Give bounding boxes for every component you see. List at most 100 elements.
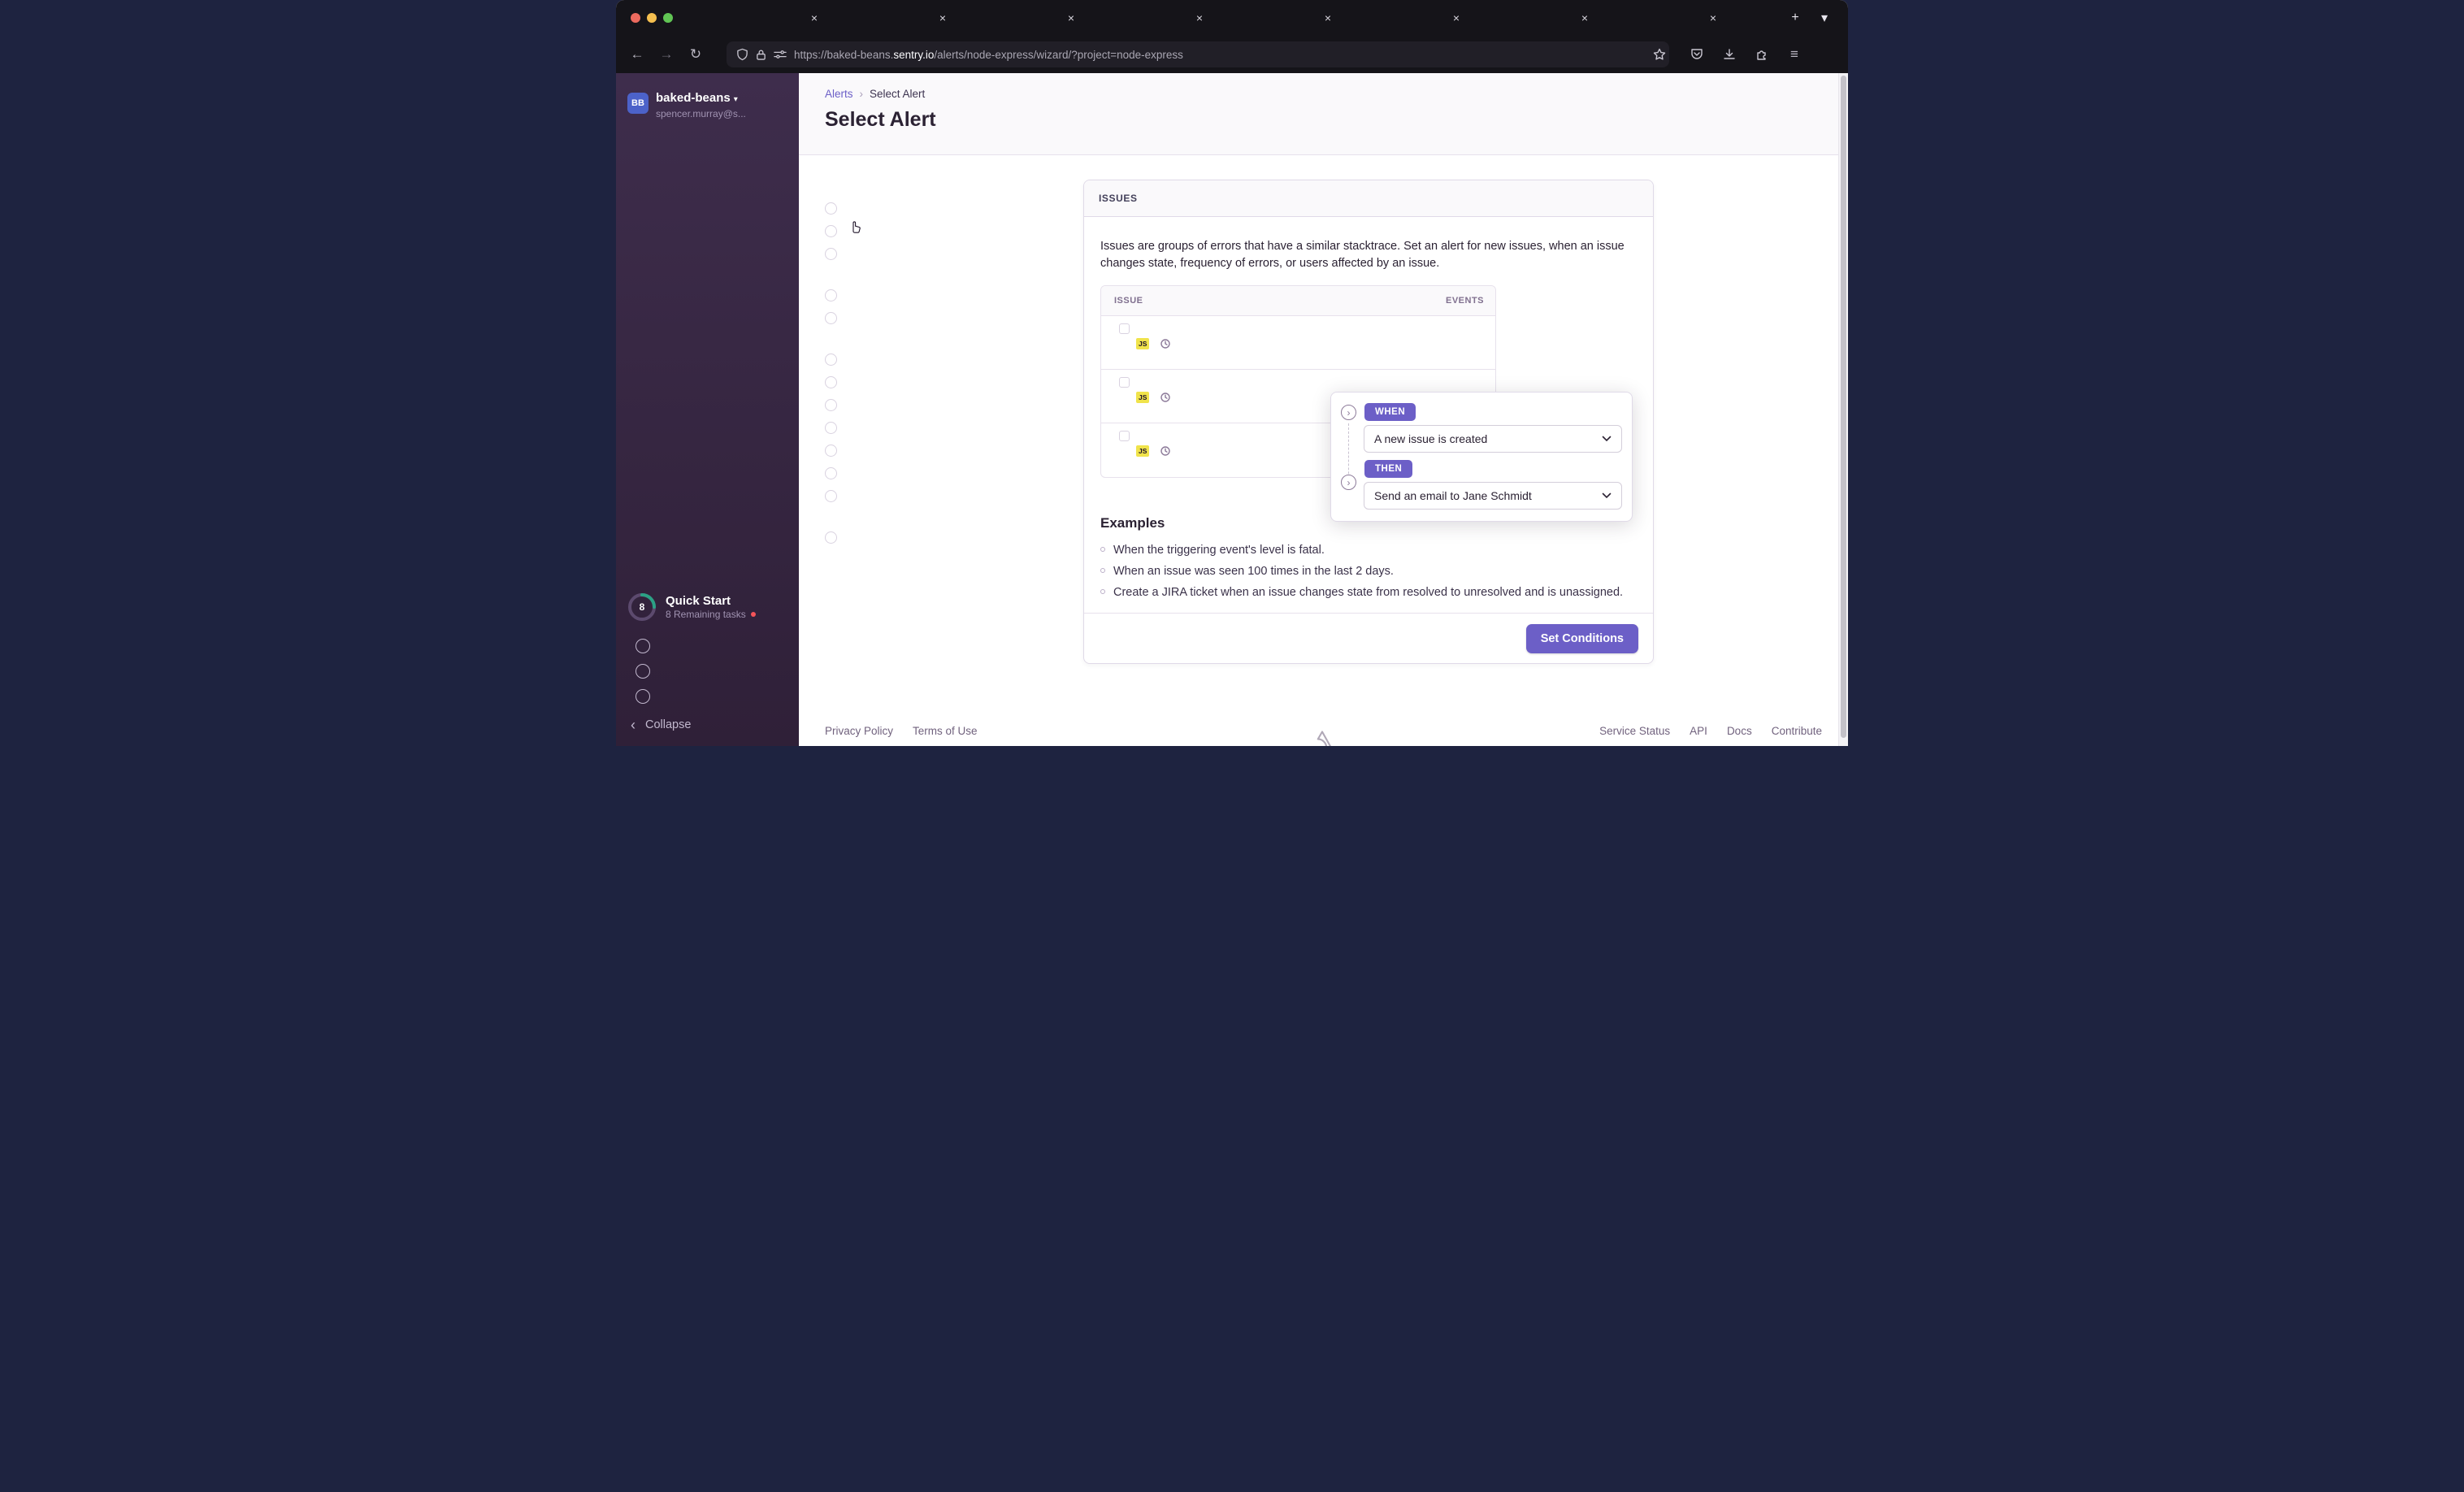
radio-button[interactable]: [825, 421, 837, 434]
sidebar-item[interactable]: [623, 333, 792, 358]
alert-type-radio-option[interactable]: [825, 348, 1073, 371]
menu-icon[interactable]: ≡: [1781, 41, 1807, 67]
alert-type-radio-option[interactable]: [825, 462, 1073, 484]
browser-tab[interactable]: ×: [1596, 5, 1724, 32]
issue-row[interactable]: JS: [1101, 316, 1495, 370]
shield-icon[interactable]: [736, 48, 748, 61]
org-switcher[interactable]: BB baked-beans ▾ spencer.murray@s...: [616, 85, 799, 132]
sidebar-item[interactable]: [623, 384, 792, 409]
tab-favicon-icon: [831, 11, 844, 24]
alert-type-radio-option[interactable]: [825, 306, 1073, 329]
alert-type-radio-option[interactable]: [825, 197, 1073, 219]
radio-button[interactable]: [825, 531, 837, 544]
lock-icon[interactable]: [756, 49, 766, 61]
sidebar-item[interactable]: [623, 308, 792, 333]
back-button[interactable]: ←: [624, 41, 650, 67]
alert-type-radio-option[interactable]: [825, 416, 1073, 439]
new-tab-button[interactable]: +: [1783, 6, 1807, 30]
footer-link[interactable]: Docs: [1727, 725, 1752, 737]
org-email: spencer.murray@s...: [656, 108, 746, 119]
close-window-button[interactable]: [631, 13, 640, 23]
issue-checkbox[interactable]: [1119, 323, 1130, 334]
radio-button[interactable]: [825, 311, 837, 324]
scrollbar[interactable]: [1838, 73, 1848, 746]
browser-tab[interactable]: ×: [826, 5, 954, 32]
collapse-button[interactable]: ‹ Collapse: [616, 709, 799, 741]
downloads-icon[interactable]: [1716, 41, 1742, 67]
tab-close-icon[interactable]: ×: [1065, 11, 1077, 24]
bookmark-star-icon[interactable]: [1653, 48, 1666, 61]
footer-link[interactable]: Terms of Use: [913, 725, 978, 737]
radio-button[interactable]: [825, 466, 837, 479]
breadcrumb-alerts-link[interactable]: Alerts: [825, 88, 853, 100]
radio-button[interactable]: [825, 288, 837, 301]
tab-close-icon[interactable]: ×: [1194, 11, 1205, 24]
sidebar-item[interactable]: [623, 358, 792, 384]
tab-close-icon[interactable]: ×: [937, 11, 948, 24]
pocket-icon[interactable]: [1684, 41, 1710, 67]
radio-button[interactable]: [825, 202, 837, 215]
sidebar-item[interactable]: [623, 182, 792, 207]
alert-type-radio-option[interactable]: [825, 242, 1073, 265]
alert-type-radio-option[interactable]: [825, 484, 1073, 507]
browser-tab[interactable]: ×: [697, 5, 826, 32]
alert-type-radio-option[interactable]: [825, 439, 1073, 462]
set-conditions-button[interactable]: Set Conditions: [1525, 623, 1638, 653]
footer-link[interactable]: Privacy Policy: [825, 725, 893, 737]
sidebar-item[interactable]: [623, 409, 792, 434]
scrollbar-thumb[interactable]: [1841, 76, 1846, 738]
issue-checkbox[interactable]: [1119, 377, 1130, 388]
alert-type-radio-option[interactable]: [825, 393, 1073, 416]
footer-link[interactable]: API: [1690, 725, 1707, 737]
radio-button[interactable]: [825, 224, 837, 237]
sidebar-item[interactable]: [623, 434, 792, 459]
sidebar-item[interactable]: [623, 132, 792, 157]
sidebar-item[interactable]: [623, 283, 792, 308]
bullet-icon: [1100, 547, 1105, 552]
issue-checkbox[interactable]: [1119, 431, 1130, 441]
radio-button[interactable]: [825, 247, 837, 260]
tab-close-icon[interactable]: ×: [1707, 11, 1719, 24]
tab-favicon-icon: [1088, 11, 1101, 24]
sidebar-item[interactable]: [623, 258, 792, 283]
sidebar-utility-item[interactable]: [623, 633, 792, 658]
tab-close-icon[interactable]: ×: [1322, 11, 1334, 24]
tab-close-icon[interactable]: ×: [809, 11, 820, 24]
utility-item-icon: [636, 663, 650, 679]
sidebar-utility-item[interactable]: [623, 683, 792, 709]
radio-button[interactable]: [825, 489, 837, 502]
browser-tab[interactable]: ×: [1211, 5, 1339, 32]
tab-close-icon[interactable]: ×: [1451, 11, 1462, 24]
extensions-icon[interactable]: [1749, 41, 1775, 67]
when-condition-select[interactable]: A new issue is created: [1364, 425, 1622, 453]
then-action-select[interactable]: Send an email to Jane Schmidt: [1364, 482, 1622, 510]
list-tabs-button[interactable]: ▾: [1812, 6, 1837, 30]
forward-button[interactable]: →: [653, 41, 679, 67]
zoom-window-button[interactable]: [663, 13, 673, 23]
url-text[interactable]: https://baked-beans.sentry.io/alerts/nod…: [794, 49, 1646, 61]
footer-link[interactable]: Service Status: [1599, 725, 1670, 737]
footer-link[interactable]: Contribute: [1772, 725, 1822, 737]
radio-button[interactable]: [825, 398, 837, 411]
radio-button[interactable]: [825, 353, 837, 366]
browser-tab[interactable]: ×: [1339, 5, 1468, 32]
url-bar[interactable]: https://baked-beans.sentry.io/alerts/nod…: [727, 41, 1669, 67]
sidebar-item[interactable]: [623, 157, 792, 182]
sidebar-item[interactable]: [623, 232, 792, 258]
sidebar-utility-item[interactable]: [623, 658, 792, 683]
quick-start[interactable]: 8 Quick Start 8 Remaining tasks: [616, 588, 799, 627]
option-group: [825, 284, 1073, 329]
alert-type-radio-option[interactable]: [825, 371, 1073, 393]
browser-tab[interactable]: ×: [1082, 5, 1211, 32]
reload-button[interactable]: ↻: [683, 41, 709, 67]
minimize-window-button[interactable]: [647, 13, 657, 23]
browser-tab[interactable]: ×: [1468, 5, 1596, 32]
browser-tab[interactable]: ×: [954, 5, 1082, 32]
radio-button[interactable]: [825, 444, 837, 457]
tab-close-icon[interactable]: ×: [1579, 11, 1590, 24]
sidebar-item[interactable]: [623, 207, 792, 232]
alert-type-radio-option[interactable]: [825, 284, 1073, 306]
permissions-icon[interactable]: [774, 50, 787, 59]
alert-type-radio-option[interactable]: [825, 526, 1073, 549]
radio-button[interactable]: [825, 375, 837, 388]
